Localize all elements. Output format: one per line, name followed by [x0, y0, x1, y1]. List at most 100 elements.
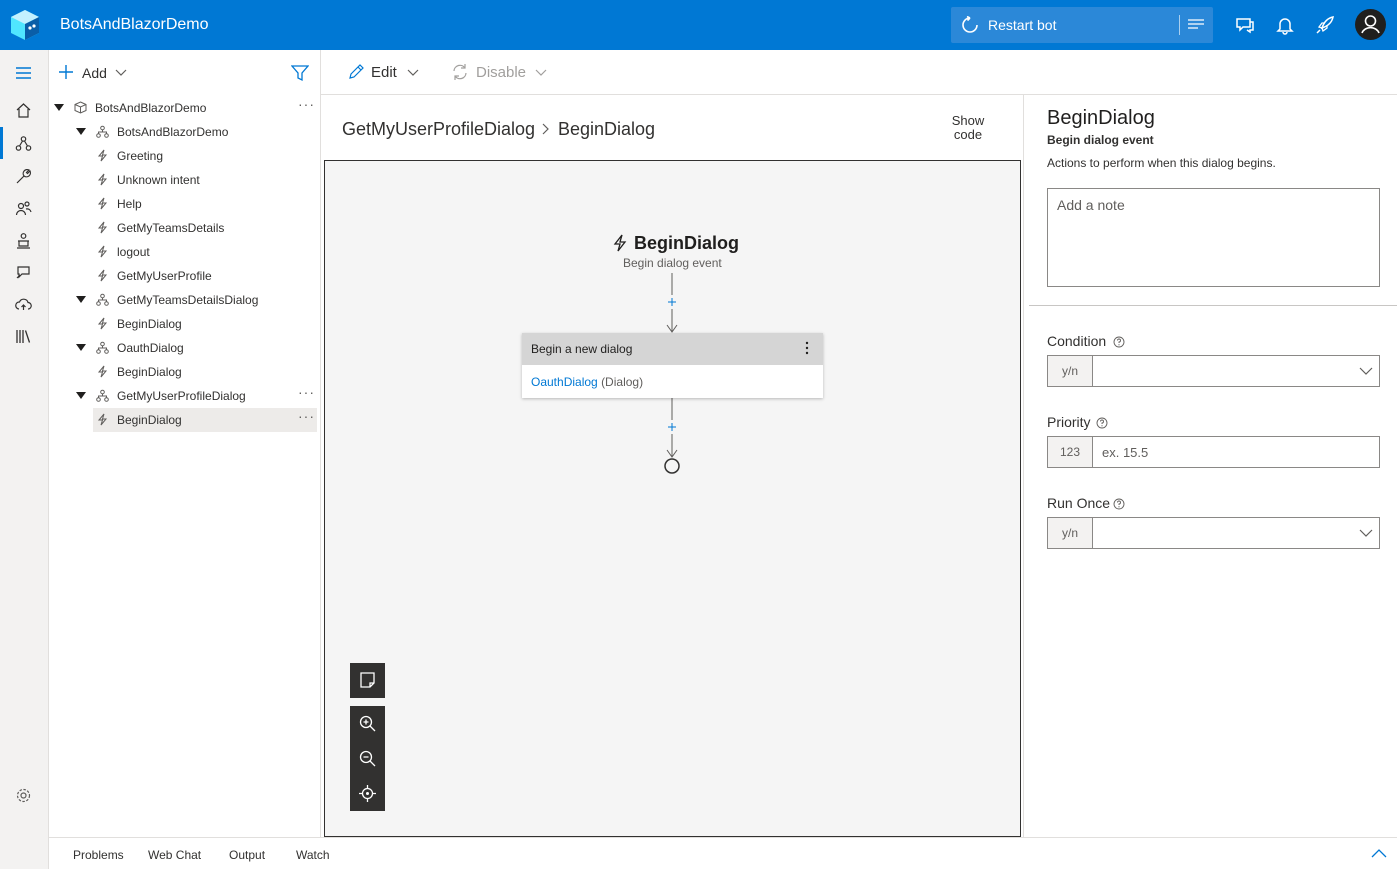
library-icon	[16, 330, 31, 343]
add-action-icon[interactable]	[666, 421, 678, 433]
add-label: Add	[82, 65, 107, 81]
edit-button[interactable]: Edit	[347, 63, 421, 83]
chevron-down-icon	[407, 69, 419, 76]
tree-item-label: GetMyUserProfileDialog	[117, 389, 246, 403]
priority-type-prefix: 123	[1048, 437, 1093, 467]
expand-caret-icon[interactable]	[76, 392, 86, 399]
nav-home[interactable]	[0, 94, 48, 126]
show-code-button[interactable]: Show code	[945, 114, 991, 142]
fit-to-screen-button[interactable]	[350, 663, 385, 698]
tree-item-dialog[interactable]: OauthDialog	[49, 336, 317, 360]
more-options-icon[interactable]: ···	[298, 384, 315, 400]
tree-item-trigger[interactable]: GetMyUserProfile	[49, 264, 317, 288]
tree-item-dialog[interactable]: BotsAndBlazorDemo	[49, 120, 317, 144]
flow-canvas[interactable]: BeginDialog Begin dialog event Begin a n…	[324, 160, 1021, 837]
disable-label: Disable	[476, 64, 527, 81]
lightning-icon	[97, 149, 108, 162]
nav-publish[interactable]	[0, 288, 48, 320]
tree-item-trigger-selected[interactable]: BeginDialog ···	[93, 408, 317, 432]
nav-settings[interactable]	[0, 779, 48, 811]
help-icon[interactable]	[1113, 498, 1125, 510]
avatar[interactable]	[1355, 9, 1386, 40]
priority-label: Priority	[1047, 414, 1091, 430]
chevron-down-icon	[535, 69, 547, 76]
more-options-icon[interactable]: ···	[298, 408, 315, 424]
action-node-body: OauthDialog (Dialog)	[531, 375, 643, 389]
chevron-up-icon[interactable]	[1371, 848, 1387, 858]
properties-title: BeginDialog	[1047, 107, 1155, 129]
expand-caret-icon[interactable]	[76, 128, 86, 135]
add-action-icon[interactable]	[666, 296, 678, 308]
nav-library[interactable]	[0, 320, 48, 352]
tree-item-dialog[interactable]: GetMyTeamsDetailsDialog	[49, 288, 317, 312]
menu-lines-icon[interactable]	[1187, 16, 1205, 34]
tree-item-label: BeginDialog	[117, 413, 182, 427]
disable-button[interactable]: Disable	[451, 63, 551, 83]
tree-item-trigger[interactable]: logout	[49, 240, 317, 264]
lightning-icon	[97, 245, 108, 258]
edit-label: Edit	[371, 64, 397, 81]
bot-cube-icon	[74, 101, 87, 114]
bell-icon[interactable]	[1275, 15, 1295, 35]
more-vertical-icon[interactable]	[805, 341, 809, 355]
note-input[interactable]	[1047, 188, 1380, 287]
priority-input[interactable]	[1094, 437, 1379, 467]
tab-problems[interactable]: Problems	[73, 848, 124, 862]
condition-dropdown[interactable]: y/n	[1047, 355, 1380, 387]
dialog-icon	[96, 125, 109, 138]
more-options-icon[interactable]: ···	[298, 96, 315, 112]
help-icon[interactable]	[1113, 336, 1125, 348]
tree-item-trigger[interactable]: Greeting	[49, 144, 317, 168]
expand-caret-icon[interactable]	[76, 296, 86, 303]
tree-toolbar: Add	[49, 50, 321, 95]
lightning-icon	[97, 413, 108, 426]
rocket-icon[interactable]	[1315, 15, 1335, 35]
zoom-out-button[interactable]	[350, 741, 385, 776]
cloud-upload-icon	[15, 298, 32, 310]
filter-icon[interactable]	[291, 64, 309, 82]
nav-language-understanding[interactable]	[0, 256, 48, 288]
nav-menu-toggle[interactable]	[0, 56, 48, 88]
nav-users[interactable]	[0, 192, 48, 224]
expand-caret-icon[interactable]	[76, 344, 86, 351]
project-tree-panel: Add BotsAndBlazorDemo ··· BotsAndBlazorD…	[49, 50, 321, 837]
run-once-dropdown[interactable]: y/n	[1047, 517, 1380, 549]
action-node-begin-dialog[interactable]: Begin a new dialog OauthDialog (Dialog)	[522, 333, 823, 398]
priority-field: 123	[1047, 436, 1380, 468]
restart-bot-button[interactable]: Restart bot	[951, 7, 1177, 43]
nav-configure[interactable]	[0, 160, 48, 192]
tab-output[interactable]: Output	[229, 848, 265, 862]
help-icon[interactable]	[1096, 417, 1108, 429]
chat-icon[interactable]	[1235, 15, 1255, 35]
zoom-in-icon	[359, 715, 376, 732]
tab-web-chat[interactable]: Web Chat	[148, 848, 201, 862]
dialog-link[interactable]: OauthDialog	[531, 375, 598, 389]
tree-list: BotsAndBlazorDemo ··· BotsAndBlazorDemo …	[49, 96, 321, 836]
tree-item-label: Help	[117, 197, 142, 211]
tree-item-trigger[interactable]: GetMyTeamsDetails	[49, 216, 317, 240]
tree-item-trigger[interactable]: BeginDialog	[49, 312, 317, 336]
dialog-icon	[96, 341, 109, 354]
breadcrumb-trigger[interactable]: BeginDialog	[558, 119, 655, 140]
tree-item-trigger[interactable]: Help	[49, 192, 317, 216]
tree-item-trigger[interactable]: Unknown intent	[49, 168, 317, 192]
design-icon	[15, 136, 32, 151]
tree-item-dialog[interactable]: GetMyUserProfileDialog ···	[49, 384, 317, 408]
tree-item-bot[interactable]: BotsAndBlazorDemo ···	[49, 96, 317, 120]
nav-bot-responses[interactable]	[0, 224, 48, 256]
expand-caret-icon[interactable]	[54, 104, 64, 111]
tree-item-label: BotsAndBlazorDemo	[117, 125, 229, 139]
action-node-header: Begin a new dialog	[522, 333, 823, 365]
properties-divider	[1029, 305, 1397, 306]
restart-icon	[962, 16, 978, 33]
tab-watch[interactable]: Watch	[296, 848, 330, 862]
breadcrumb-dialog[interactable]: GetMyUserProfileDialog	[342, 119, 535, 140]
properties-panel: BeginDialog Begin dialog event Actions t…	[1023, 95, 1397, 837]
center-view-button[interactable]	[350, 776, 385, 811]
dialog-icon	[96, 389, 109, 402]
tree-item-trigger[interactable]: BeginDialog	[49, 360, 317, 384]
zoom-in-button[interactable]	[350, 706, 385, 741]
restart-bot-label: Restart bot	[988, 17, 1057, 33]
nav-design[interactable]	[0, 127, 48, 159]
app-title: BotsAndBlazorDemo	[60, 16, 209, 33]
